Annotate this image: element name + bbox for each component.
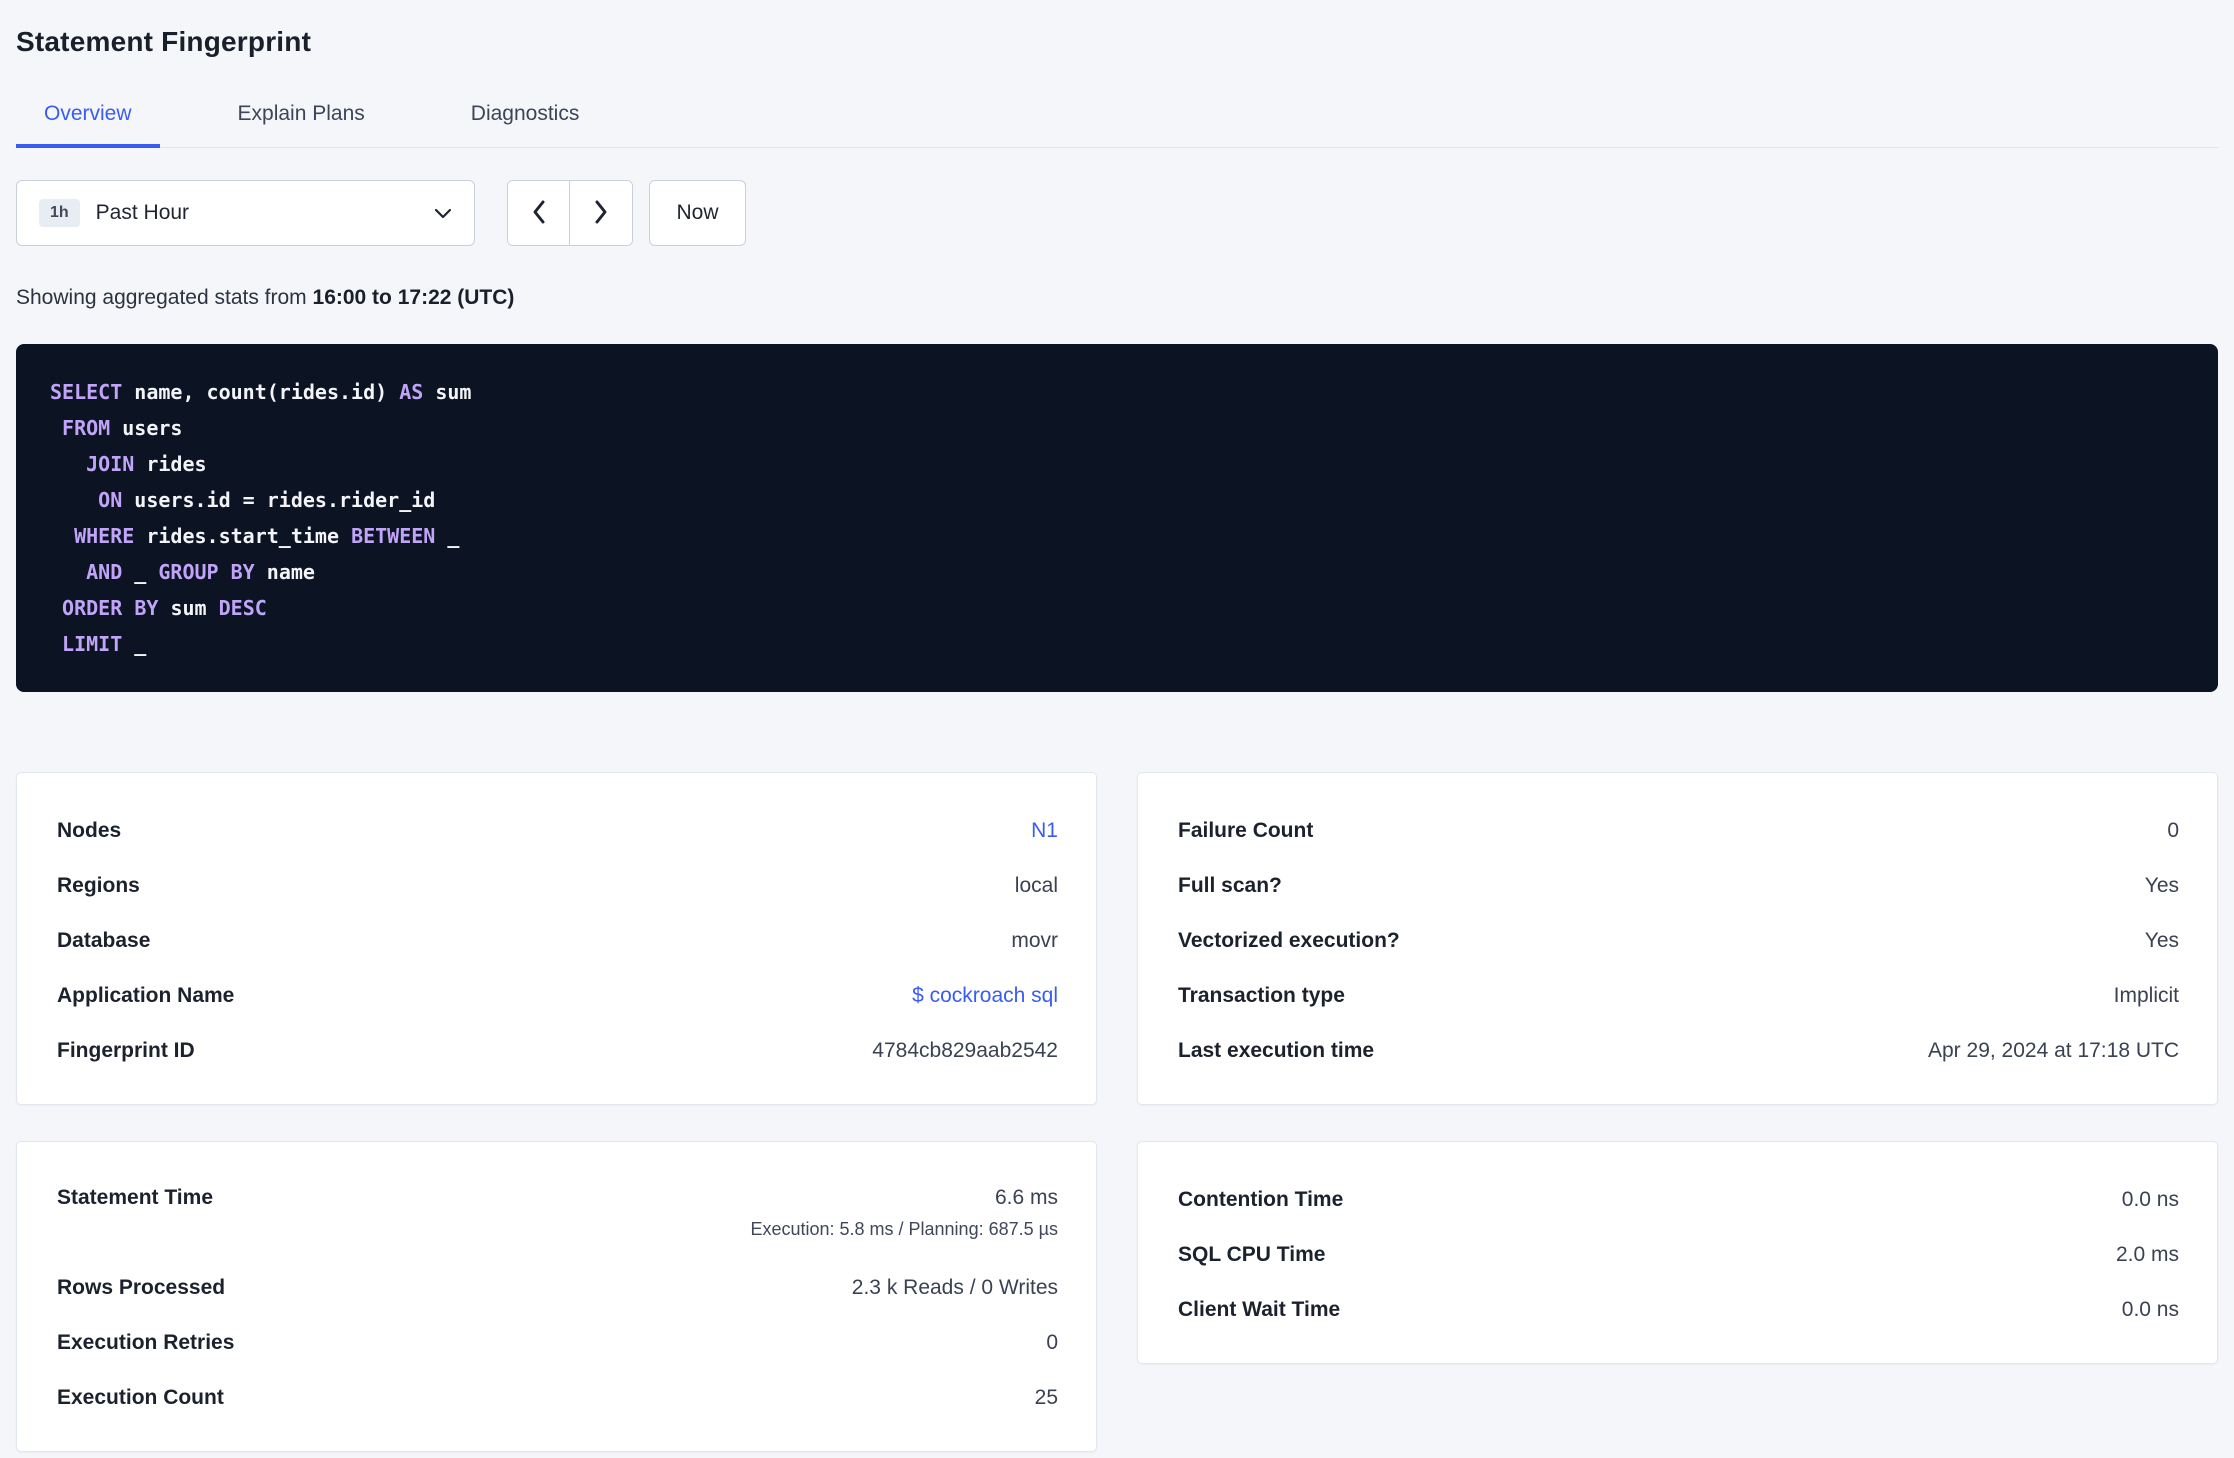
- stat-row: Nodes N1: [57, 803, 1058, 858]
- sql-line: ORDER BY sum DESC: [62, 596, 267, 620]
- time-range-badge: 1h: [39, 199, 80, 227]
- time-range-arrows: [507, 180, 633, 246]
- chevron-right-icon: [593, 199, 609, 228]
- statement-time-card: Statement Time 6.6 ms Execution: 5.8 ms / …: [16, 1141, 1097, 1452]
- stat-label: Statement Time: [57, 1186, 213, 1209]
- stat-row: Execution Count 25: [57, 1370, 1058, 1425]
- statement-fingerprint-page: Statement Fingerprint Overview Explain Pl…: [0, 0, 2234, 1452]
- stat-row: Failure Count 0: [1178, 803, 2179, 858]
- stat-subvalue: Execution: 5.8 ms / Planning: 687.5 µs: [750, 1219, 1058, 1239]
- summary-cards: Nodes N1 Regions local Database movr Applicati…: [16, 772, 2218, 1452]
- sql-line: AND _ GROUP BY name: [86, 560, 315, 584]
- stat-label: Client Wait Time: [1178, 1297, 1341, 1321]
- stat-label: Vectorized execution?: [1178, 928, 1400, 952]
- stat-row: Database movr: [57, 913, 1058, 968]
- stat-value: Yes: [2144, 928, 2179, 952]
- sql-line: JOIN rides: [86, 452, 207, 476]
- stat-value-link[interactable]: $ cockroach sql: [912, 984, 1058, 1008]
- stat-value: 2.0 ms: [2115, 1242, 2179, 1266]
- tab-overview[interactable]: Overview: [16, 86, 160, 148]
- stat-value-link[interactable]: N1: [1031, 819, 1058, 843]
- tab-bar: Overview Explain Plans Diagnostics: [16, 86, 2218, 148]
- tab-diagnostics[interactable]: Diagnostics: [443, 86, 608, 148]
- stat-row: Application Name $ cockroach sql: [57, 968, 1058, 1023]
- stat-label: Fingerprint ID: [57, 1038, 195, 1062]
- stat-row: Fingerprint ID 4784cb829aab2542: [57, 1023, 1058, 1078]
- stat-value: 0: [2167, 818, 2179, 842]
- wait-time-card: Contention Time 0.0 ns SQL CPU Time 2.0 ms C…: [1137, 1141, 2218, 1364]
- page-title: Statement Fingerprint: [16, 26, 312, 57]
- sql-line: SELECT name, count(rides.id) AS sum: [50, 380, 472, 404]
- sql-code: SELECT name, count(rides.id) AS sum FROM…: [50, 374, 2184, 662]
- stat-value: Apr 29, 2024 at 17:18 UTC: [1928, 1038, 2179, 1062]
- chevron-left-icon: [531, 199, 547, 228]
- chevron-down-icon: [434, 208, 452, 219]
- stat-row: Execution Retries 0: [57, 1315, 1058, 1370]
- stat-label: Execution Count: [57, 1385, 224, 1409]
- stats-note-prefix: Showing aggregated stats from: [16, 286, 313, 309]
- stat-label: Failure Count: [1178, 818, 1314, 842]
- stats-note-range: 16:00 to 17:22 (UTC): [312, 286, 515, 309]
- stat-label: Last execution time: [1178, 1038, 1375, 1062]
- sql-statement-box: SELECT name, count(rides.id) AS sum FROM…: [16, 344, 2218, 692]
- sql-line: WHERE rides.start_time BETWEEN _: [74, 524, 460, 548]
- time-range-select[interactable]: 1h Past Hour: [16, 180, 475, 246]
- now-button[interactable]: Now: [649, 180, 746, 246]
- time-range-label: Past Hour: [95, 201, 190, 224]
- prev-range-button[interactable]: [508, 181, 570, 245]
- stat-value: 0.0 ns: [2121, 1297, 2179, 1321]
- stat-row: Vectorized execution? Yes: [1178, 913, 2179, 968]
- stat-value: movr: [1011, 928, 1058, 952]
- stat-label: Regions: [57, 873, 140, 897]
- stat-row: Statement Time 6.6 ms Execution: 5.8 ms / …: [57, 1172, 1058, 1260]
- aggregated-stats-note: Showing aggregated stats from 16:00 to 1…: [16, 286, 2218, 310]
- stat-value: 4784cb829aab2542: [872, 1038, 1058, 1062]
- stat-value: local: [1014, 873, 1058, 897]
- stat-label: Application Name: [57, 983, 235, 1007]
- stat-label: SQL CPU Time: [1178, 1242, 1326, 1266]
- stat-row: Regions local: [57, 858, 1058, 913]
- stat-row: SQL CPU Time 2.0 ms: [1178, 1227, 2179, 1282]
- stat-row: Contention Time 0.0 ns: [1178, 1172, 2179, 1227]
- stat-label: Full scan?: [1178, 873, 1282, 897]
- execution-details-card: Failure Count 0 Full scan? Yes Vectorized ex…: [1137, 772, 2218, 1105]
- stat-label: Database: [57, 928, 151, 952]
- stat-label: Contention Time: [1178, 1187, 1344, 1211]
- tab-explain-plans[interactable]: Explain Plans: [210, 86, 393, 148]
- stat-label: Rows Processed: [57, 1275, 226, 1299]
- stat-value: 0.0 ns: [2121, 1187, 2179, 1211]
- stat-row: Full scan? Yes: [1178, 858, 2179, 913]
- stat-value: Implicit: [2113, 983, 2179, 1007]
- stat-value: 6.6 ms: [994, 1186, 1058, 1209]
- next-range-button[interactable]: [570, 181, 632, 245]
- stat-label: Nodes: [57, 818, 122, 842]
- sql-line: LIMIT _: [62, 632, 147, 656]
- stat-value: 0: [1046, 1330, 1058, 1354]
- stat-row: Rows Processed 2.3 k Reads / 0 Writes: [57, 1260, 1058, 1315]
- stat-row: Transaction type Implicit: [1178, 968, 2179, 1023]
- stat-value: 25: [1034, 1385, 1058, 1409]
- stat-value: 2.3 k Reads / 0 Writes: [851, 1275, 1058, 1299]
- statement-details-card: Nodes N1 Regions local Database movr Applicati…: [16, 772, 1097, 1105]
- stat-row: Client Wait Time 0.0 ns: [1178, 1282, 2179, 1337]
- stat-row: Last execution time Apr 29, 2024 at 17:18…: [1178, 1023, 2179, 1078]
- stat-value: 6.6 ms Execution: 5.8 ms / Planning: 687.…: [750, 1186, 1058, 1240]
- stat-label: Execution Retries: [57, 1330, 235, 1354]
- stat-value: Yes: [2144, 873, 2179, 897]
- time-controls: 1h Past Hour Now: [16, 180, 2218, 246]
- sql-line: ON users.id = rides.rider_id: [98, 488, 436, 512]
- sql-line: FROM users: [62, 416, 183, 440]
- stat-label: Transaction type: [1178, 983, 1345, 1007]
